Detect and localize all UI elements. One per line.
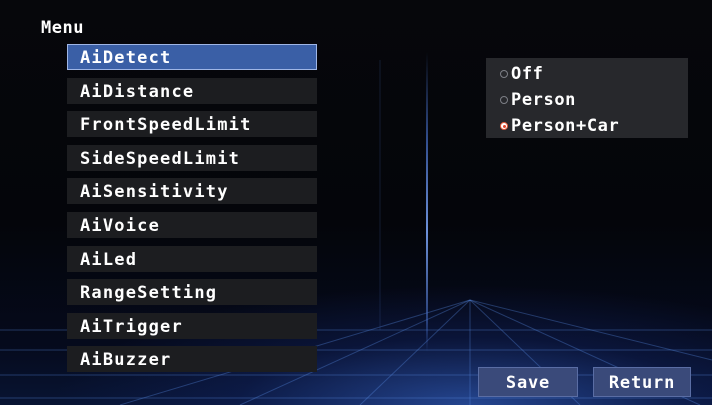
menu-item-aisensitivity[interactable]: AiSensitivity [67, 178, 317, 205]
option-person[interactable]: Person [486, 87, 688, 113]
menu-item-rangesetting[interactable]: RangeSetting [67, 279, 317, 306]
radio-unchecked-icon [500, 96, 508, 104]
option-label: Person+Car [511, 116, 620, 136]
options-panel: Off Person Person+Car [486, 58, 688, 138]
menu-item-aidistance[interactable]: AiDistance [67, 77, 317, 104]
menu-item-sidespeedlimit[interactable]: SideSpeedLimit [67, 144, 317, 171]
menu-list: AiDetect AiDistance FrontSpeedLimit Side… [67, 44, 319, 380]
menu-item-ailed[interactable]: AiLed [67, 245, 317, 272]
option-label: Person [511, 90, 577, 110]
menu-screen: Menu AiDetect AiDistance FrontSpeedLimit… [0, 0, 712, 405]
option-person-car[interactable]: Person+Car [486, 113, 688, 139]
return-button[interactable]: Return [593, 367, 691, 397]
menu-item-aitrigger[interactable]: AiTrigger [67, 312, 317, 339]
vertical-divider [426, 52, 428, 352]
option-off[interactable]: Off [486, 61, 688, 87]
radio-checked-icon [500, 122, 508, 130]
radio-unchecked-icon [500, 70, 508, 78]
menu-item-aibuzzer[interactable]: AiBuzzer [67, 346, 317, 373]
save-button[interactable]: Save [478, 367, 578, 397]
menu-item-frontspeedlimit[interactable]: FrontSpeedLimit [67, 111, 317, 138]
menu-item-aivoice[interactable]: AiVoice [67, 211, 317, 238]
menu-title: Menu [41, 18, 84, 38]
option-label: Off [511, 64, 544, 84]
menu-item-aidetect[interactable]: AiDetect [67, 44, 317, 70]
